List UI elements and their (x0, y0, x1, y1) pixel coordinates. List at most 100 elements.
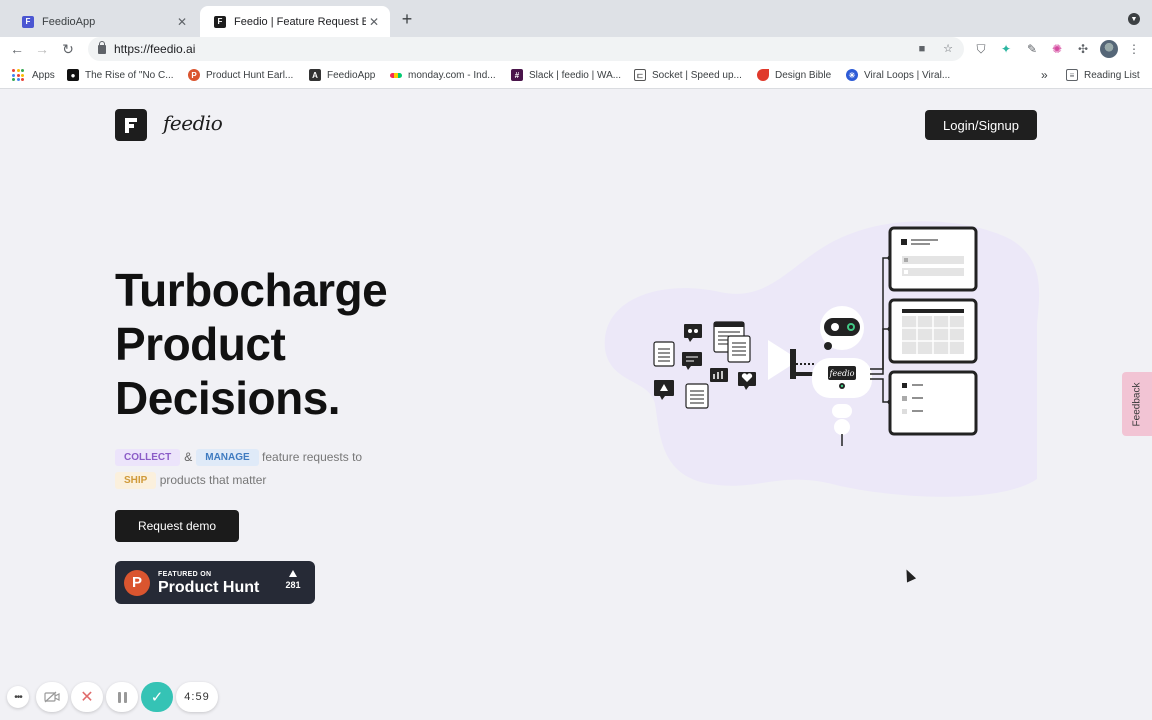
bookmark-label: FeedioApp (327, 69, 376, 81)
bookmark-viral-loops[interactable]: ✳ Viral Loops | Viral... (846, 68, 950, 82)
profile-avatar[interactable] (1100, 40, 1118, 58)
tagline-text: feature requests to (262, 450, 363, 464)
bookmark-label: Viral Loops | Viral... (864, 69, 951, 81)
star-icon[interactable]: ☆ (941, 42, 955, 56)
url-text: https://feedio.ai (114, 42, 196, 56)
close-icon[interactable]: ✕ (174, 15, 190, 29)
tagline-text: products that matter (159, 473, 267, 487)
recorder-finish-button[interactable]: ✓ (141, 682, 173, 712)
feedio-logo-icon[interactable] (115, 109, 147, 141)
apps-grid-icon (12, 69, 24, 81)
tab-feedioapp[interactable]: F FeedioApp ✕ (8, 6, 198, 37)
bookmark-feedioapp[interactable]: A FeedioApp (309, 68, 375, 82)
upvote-triangle-icon (289, 570, 297, 577)
forward-icon[interactable]: → (33, 40, 51, 58)
hero-line: Product (115, 318, 286, 370)
logo-text[interactable]: feedio (163, 111, 223, 135)
browser-tab-bar: F FeedioApp ✕ F Feedio | Feature Request… (0, 0, 1152, 37)
bookmark-label: Design Bible (775, 69, 832, 81)
camera-off-icon (44, 691, 60, 703)
bookmark-socket[interactable]: ⊏ Socket | Speed up... (634, 68, 742, 82)
check-icon: ✓ (150, 689, 164, 706)
recorder-pause-button[interactable] (106, 682, 138, 712)
bookmark-apps[interactable]: Apps (12, 68, 55, 82)
reload-icon[interactable]: ↻ (59, 40, 77, 58)
login-signup-button[interactable]: Login/Signup (925, 110, 1037, 140)
robot-label: feedio (829, 369, 855, 378)
feedback-label: Feedback (1131, 382, 1143, 426)
product-hunt-label: Product Hunt (158, 578, 260, 596)
feedback-tab[interactable]: Feedback (1122, 372, 1152, 436)
video-icon: ● (67, 69, 79, 81)
featured-on-label: FEATURED ON (158, 570, 212, 578)
bookmark-product-hunt[interactable]: P Product Hunt Earl... (188, 68, 293, 82)
reading-list-label: Reading List (1084, 69, 1140, 81)
feedio-logo-mark (125, 118, 137, 133)
recorder-camera-button[interactable] (36, 682, 68, 712)
color-extension-icon[interactable]: ✺ (1049, 41, 1065, 57)
menu-kebab-icon[interactable]: ⋮ (1126, 41, 1142, 57)
ampersand: & (184, 450, 193, 464)
bookmark-label: Product Hunt Earl... (206, 69, 294, 81)
tab-title: FeedioApp (42, 15, 96, 28)
funnel-spring (790, 349, 796, 379)
mouse-cursor-icon (901, 567, 917, 583)
lock-icon (98, 40, 106, 54)
bookmarks-overflow-icon[interactable]: » (1041, 68, 1048, 82)
camera-icon[interactable]: ■ (915, 42, 929, 56)
feedio-extension-icon[interactable]: ✦ (998, 41, 1014, 57)
board-grid-card (888, 298, 978, 364)
close-icon[interactable]: ✕ (366, 15, 382, 29)
bookmark-design-bible[interactable]: Design Bible (757, 68, 831, 82)
back-icon[interactable]: ← (8, 40, 26, 58)
tab-search-icon[interactable]: ▼ (1128, 13, 1140, 25)
manage-tag: MANAGE (196, 449, 259, 466)
reading-list-icon: ≡ (1066, 69, 1078, 81)
product-hunt-text: FEATURED ON Product Hunt (158, 570, 259, 596)
bookmark-rise-of-no-code[interactable]: ● The Rise of "No C... (67, 68, 174, 82)
recorder-timer: 4:59 (176, 682, 218, 712)
shield-extension-icon[interactable]: ⛉ (973, 41, 989, 57)
reading-list[interactable]: ≡ Reading List (1066, 68, 1140, 82)
browser-toolbar: ← → ↻ https://feedio.ai ■ ☆ ⛉ ✦ ✎ ✺ ✣ ⋮ (0, 37, 1152, 62)
bookmark-label: Apps (32, 69, 55, 81)
request-demo-button[interactable]: Request demo (115, 510, 239, 542)
hero-headline: Turbocharge Product Decisions. (115, 263, 388, 425)
product-hunt-badge[interactable]: P FEATURED ON Product Hunt 281 (115, 561, 315, 604)
extensions-puzzle-icon[interactable]: ✣ (1075, 41, 1091, 57)
tab-title: Feedio | Feature Request Board (234, 15, 366, 28)
page: feedio Login/Signup Turbocharge Product … (0, 89, 1152, 720)
product-hunt-icon: P (188, 69, 200, 81)
address-bar[interactable]: https://feedio.ai ■ ☆ (88, 37, 964, 61)
board-checklist-card (888, 370, 978, 436)
collect-tag: COLLECT (115, 449, 181, 466)
bookmark-label: Slack | feedio | WA... (529, 69, 622, 81)
viral-loops-icon: ✳ (846, 69, 858, 81)
bookmark-label: The Rise of "No C... (85, 69, 174, 81)
tab-feedio-feature-request-board[interactable]: F Feedio | Feature Request Board ✕ (200, 6, 390, 37)
ship-tag: SHIP (115, 472, 157, 489)
monday-icon (390, 72, 402, 78)
recorder-more-button[interactable]: ••• (7, 686, 29, 708)
bookmark-label: Socket | Speed up... (652, 69, 742, 81)
eyedropper-extension-icon[interactable]: ✎ (1024, 41, 1040, 57)
pause-icon (117, 691, 127, 703)
feedio-favicon-icon: F (214, 15, 226, 28)
bookmark-monday[interactable]: monday.com - Ind... (390, 68, 496, 82)
new-tab-icon[interactable]: + (398, 10, 416, 28)
vote-number: 281 (285, 580, 301, 590)
hero-line: Decisions. (115, 372, 341, 424)
bookmark-label: monday.com - Ind... (408, 69, 496, 81)
product-hunt-icon: P (124, 569, 150, 596)
bookmarks-bar: Apps ● The Rise of "No C... P Product Hu… (0, 62, 1152, 89)
angular-icon: A (309, 69, 321, 81)
recorder-cancel-button[interactable]: ✕ (71, 682, 103, 712)
slack-icon: # (511, 69, 523, 81)
hero-illustration: feedio (604, 221, 1040, 497)
socket-icon: ⊏ (634, 69, 646, 81)
design-bible-icon (757, 69, 769, 81)
upvote-count: 281 (283, 570, 303, 590)
hero-line: Turbocharge (115, 264, 388, 316)
bookmark-slack[interactable]: # Slack | feedio | WA... (511, 68, 621, 82)
feedio-favicon-icon: F (22, 15, 34, 28)
